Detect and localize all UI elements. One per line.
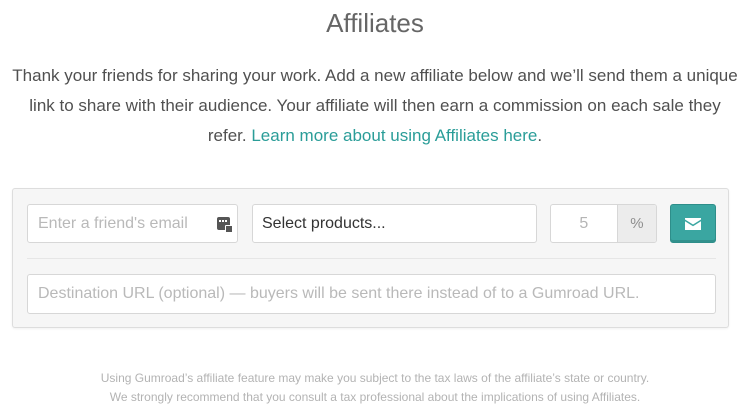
commission-field[interactable]: 5 %: [550, 204, 657, 243]
email-placeholder: Enter a friend's email: [38, 214, 188, 232]
tax-disclaimer-line2: We strongly recommend that you consult a…: [109, 390, 641, 404]
products-placeholder: Select products...: [262, 214, 386, 232]
destination-url-field[interactable]: Destination URL (optional) — buyers will…: [27, 274, 716, 314]
percent-addon: %: [616, 205, 656, 242]
intro-text: Thank your friends for sharing your work…: [10, 61, 740, 151]
envelope-icon: [685, 217, 701, 230]
add-affiliate-form: Enter a friend's email Select products..…: [12, 188, 729, 328]
email-field[interactable]: Enter a friend's email: [27, 204, 238, 243]
contact-card-icon[interactable]: [217, 217, 233, 233]
intro-period: .: [537, 126, 543, 145]
page-title: Affiliates: [326, 8, 424, 38]
send-invite-button[interactable]: [670, 204, 716, 243]
affiliates-page: Affiliates Thank your friends for sharin…: [0, 0, 750, 417]
tax-disclaimer-line1: Using Gumroad’s affiliate feature may ma…: [100, 371, 650, 385]
commission-input[interactable]: 5: [551, 205, 617, 242]
tax-disclaimer: Using Gumroad’s affiliate feature may ma…: [0, 369, 750, 407]
learn-more-link[interactable]: Learn more about using Affiliates here: [251, 126, 537, 145]
destination-placeholder: Destination URL (optional) — buyers will…: [38, 285, 640, 302]
form-divider: [27, 258, 716, 259]
products-select[interactable]: Select products...: [252, 204, 537, 243]
